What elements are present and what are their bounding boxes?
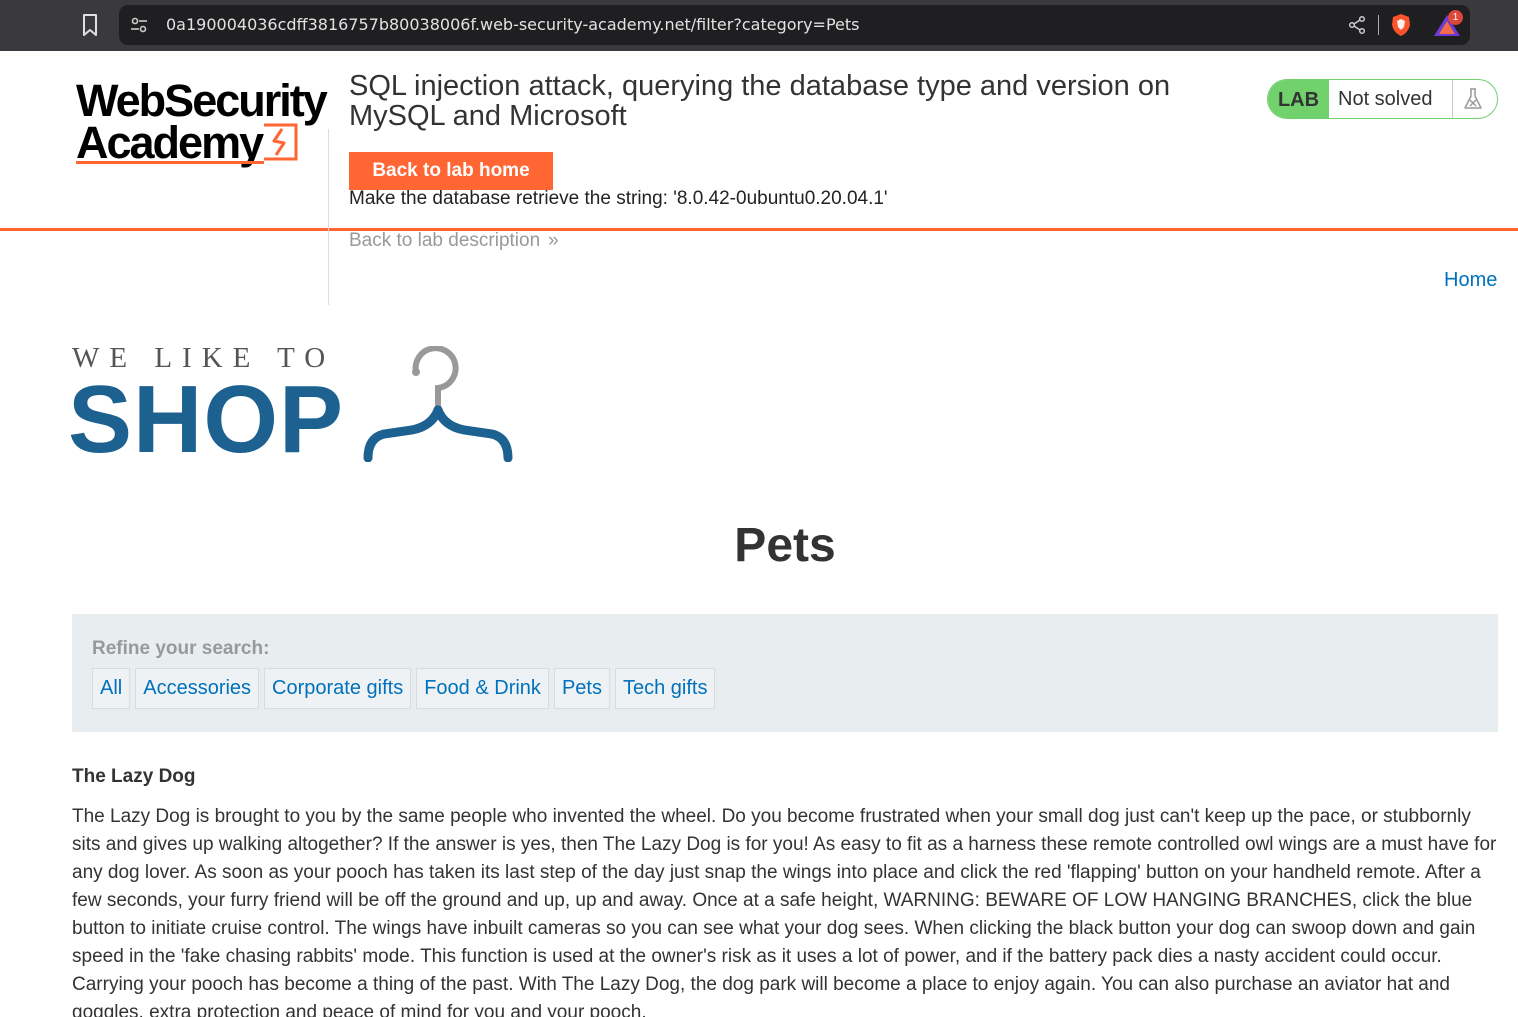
- lab-status-widget: LAB Not solved: [1267, 79, 1498, 119]
- back-to-lab-description-link[interactable]: Back to lab description »: [349, 230, 559, 252]
- academy-mark-icon: [264, 123, 298, 161]
- filter-accessories[interactable]: Accessories: [135, 668, 260, 709]
- lab-status-text: Not solved: [1338, 88, 1433, 110]
- we-like-to-shop-logo: WE LIKE TO SHOP: [68, 340, 513, 468]
- home-link[interactable]: Home: [1444, 269, 1497, 292]
- bookmark-icon[interactable]: [78, 12, 102, 38]
- header-divider: [328, 129, 329, 305]
- category-filters: All Accessories Corporate gifts Food & D…: [92, 668, 716, 709]
- filter-all[interactable]: All: [92, 668, 131, 709]
- site-settings-icon[interactable]: [129, 15, 149, 35]
- logo-underline: [76, 161, 264, 164]
- clothes-hanger-icon: [363, 346, 513, 462]
- address-bar[interactable]: 0a190004036cdff3816757b80038006f.web-sec…: [119, 5, 1470, 45]
- status-divider: [1452, 80, 1453, 118]
- filter-corporate-gifts[interactable]: Corporate gifts: [264, 668, 412, 709]
- filter-label: Refine your search:: [92, 638, 270, 659]
- filter-tech-gifts[interactable]: Tech gifts: [614, 668, 716, 709]
- filter-pets[interactable]: Pets: [553, 668, 610, 709]
- toolbar-divider: [1378, 15, 1379, 35]
- url-text[interactable]: 0a190004036cdff3816757b80038006f.web-sec…: [166, 15, 860, 34]
- product-name: The Lazy Dog: [72, 766, 196, 787]
- share-icon[interactable]: [1347, 15, 1367, 35]
- double-chevron-right-icon: »: [548, 230, 559, 251]
- lab-objective: Make the database retrieve the string: '…: [349, 188, 888, 209]
- brave-shields-icon[interactable]: [1390, 13, 1412, 37]
- back-to-lab-home-button[interactable]: Back to lab home: [349, 152, 553, 190]
- category-title: Pets: [734, 519, 836, 572]
- filter-panel: Refine your search: All Accessories Corp…: [72, 614, 1498, 732]
- back-to-lab-description-label: Back to lab description: [349, 230, 541, 251]
- shop-logo-word: SHOP: [68, 366, 345, 473]
- flask-icon: [1464, 88, 1482, 109]
- web-security-academy-logo[interactable]: WebSecurity Academy: [76, 75, 328, 168]
- browser-toolbar: 0a190004036cdff3816757b80038006f.web-sec…: [0, 0, 1518, 51]
- notification-badge: 1: [1448, 10, 1463, 25]
- lab-badge: LAB: [1268, 80, 1329, 118]
- filter-food-and-drink[interactable]: Food & Drink: [416, 668, 549, 709]
- product-description: The Lazy Dog is brought to you by the sa…: [72, 806, 1497, 1017]
- lab-title: SQL injection attack, querying the datab…: [349, 70, 1171, 132]
